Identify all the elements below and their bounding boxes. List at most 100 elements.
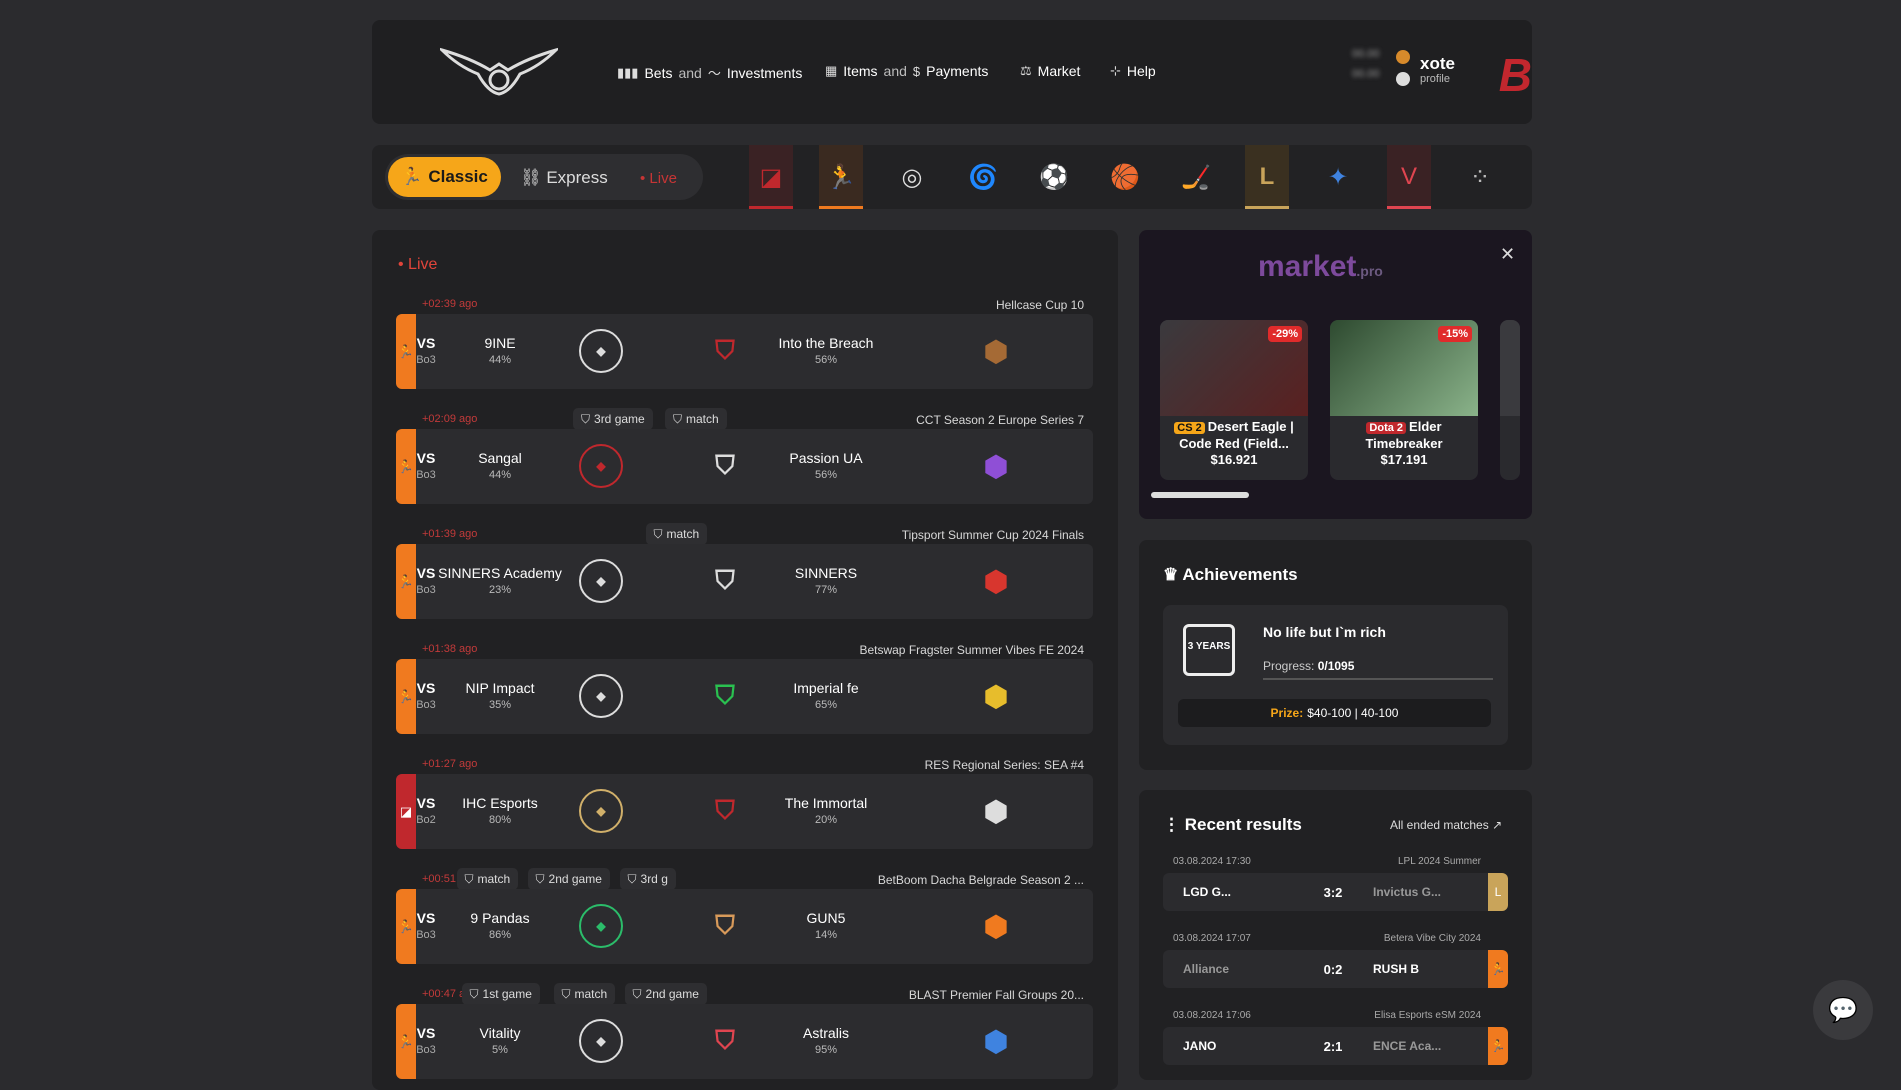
event-logo-icon: ⬢ bbox=[983, 565, 1009, 597]
balance-1: 00.00 bbox=[1352, 48, 1380, 60]
nav-payments[interactable]: Payments bbox=[926, 63, 988, 79]
game-chip[interactable]: ⛉ 1st game bbox=[461, 983, 540, 1005]
close-icon[interactable]: ✕ bbox=[1500, 244, 1515, 265]
market-scrollbar[interactable] bbox=[1151, 492, 1249, 498]
game-chip[interactable]: ⛉ 2nd game bbox=[527, 868, 610, 890]
result-row[interactable]: LGD G... 3:2 Invictus G... L bbox=[1163, 873, 1508, 911]
game-chip[interactable]: ⛉ match bbox=[553, 983, 616, 1005]
runner-icon: 🏃 bbox=[401, 167, 423, 186]
avatar[interactable]: B bbox=[1460, 48, 1532, 102]
match-card[interactable]: 🏃 Sangal 44% VS Bo3 Passion UA 56% ◆ ⛉ ⬢ bbox=[396, 429, 1093, 504]
nav-investments[interactable]: Investments bbox=[727, 65, 802, 81]
dota2-icon: ◪ bbox=[759, 163, 783, 191]
calendar-icon: 3 YEARS bbox=[1183, 624, 1235, 676]
all-ended-label: All ended matches bbox=[1390, 818, 1489, 832]
result-team1: LGD G... bbox=[1183, 885, 1231, 899]
tab-valorant-alt[interactable]: 🌀 bbox=[961, 145, 1005, 209]
tournament-name[interactable]: BLAST Premier Fall Groups 20... bbox=[744, 988, 1084, 1002]
vs-label: VS bbox=[416, 335, 436, 351]
nav-and: and bbox=[678, 64, 702, 81]
event-logo-icon: ⬢ bbox=[983, 680, 1009, 712]
result-team2: RUSH B bbox=[1373, 962, 1420, 976]
market-item-peek[interactable] bbox=[1500, 320, 1520, 480]
tab-hockey[interactable]: 🏒 bbox=[1174, 145, 1218, 209]
shield-icon: ⛉ bbox=[469, 986, 479, 1001]
item-image bbox=[1500, 320, 1520, 416]
chat-button[interactable]: 💬 bbox=[1813, 980, 1873, 1040]
result-team1: Alliance bbox=[1183, 962, 1230, 976]
nav-and: and bbox=[883, 63, 907, 79]
tab-basketball[interactable]: 🏀 bbox=[1103, 145, 1147, 209]
match-card[interactable]: 🏃 SINNERS Academy 23% VS Bo3 SINNERS 77% ◆ ⛉ ⬢ bbox=[396, 544, 1093, 619]
game-chip[interactable]: ⛉ match bbox=[645, 523, 708, 545]
game-chip[interactable]: ⛉ 3rd game bbox=[573, 408, 653, 430]
all-ended-matches-link[interactable]: All ended matches ↗ bbox=[1390, 818, 1502, 832]
vs-label: VS bbox=[416, 910, 436, 926]
team2-logo-icon: ⛉ bbox=[715, 680, 735, 710]
match-card[interactable]: ◪ IHC Esports 80% VS Bo2 The Immortal 20% ◆ ⛉ ⬢ bbox=[396, 774, 1093, 849]
tournament-name[interactable]: BetBoom Dacha Belgrade Season 2 ... bbox=[744, 873, 1084, 887]
result-tournament: LPL 2024 Summer bbox=[1397, 856, 1481, 867]
result-row[interactable]: JANO 2:1 ENCE Aca... 🏃 bbox=[1163, 1027, 1508, 1065]
team2-odds: 14% bbox=[814, 929, 838, 941]
game-chip[interactable]: ⛉ 3rd g bbox=[619, 868, 676, 890]
tab-dota2[interactable]: ◪ bbox=[749, 145, 793, 209]
result-score: 3:2 bbox=[1323, 885, 1343, 900]
tournament-name[interactable]: Tipsport Summer Cup 2024 Finals bbox=[744, 528, 1084, 542]
tournament-name[interactable]: Betswap Fragster Summer Vibes FE 2024 bbox=[744, 643, 1084, 657]
match-time: +02:39 ago bbox=[422, 298, 478, 310]
match-card[interactable]: 🏃 NIP Impact 35% VS Bo3 Imperial fe 65% ◆ ⛉ ⬢ bbox=[396, 659, 1093, 734]
profile-link[interactable]: profile bbox=[1420, 73, 1450, 85]
tab-starcraft[interactable]: ✦ bbox=[1316, 145, 1360, 209]
market-item[interactable]: -15% Dota 2 Elder Timebreaker $17.191 bbox=[1330, 320, 1478, 480]
match-time: +01:27 ago bbox=[422, 758, 478, 770]
market-logo[interactable]: market.pro bbox=[1258, 250, 1383, 284]
team2-logo-icon: ⛉ bbox=[715, 565, 735, 595]
nav-market[interactable]: Market bbox=[1038, 63, 1081, 79]
achievement-name: No life but I`m rich bbox=[1263, 624, 1386, 640]
help-nav: ⊹ Help bbox=[1110, 63, 1156, 79]
game-chip[interactable]: ⛉ match bbox=[456, 868, 519, 890]
best-of: Bo3 bbox=[416, 929, 436, 941]
express-mode-button[interactable]: ⛓ Express bbox=[520, 168, 608, 188]
tournament-name[interactable]: RES Regional Series: SEA #4 bbox=[744, 758, 1084, 772]
chip-label: match bbox=[666, 527, 700, 541]
nav-help[interactable]: Help bbox=[1127, 63, 1156, 79]
game-chip[interactable]: ⛉ match bbox=[665, 408, 727, 430]
market-item[interactable]: -29% CS 2 Desert Eagle | Code Red (Field.… bbox=[1160, 320, 1308, 480]
recent-title: ⋮ Recent results bbox=[1163, 815, 1302, 835]
tab-lol[interactable]: L bbox=[1245, 145, 1289, 209]
chip-label: 3rd g bbox=[640, 872, 668, 886]
tab-valorant[interactable]: V bbox=[1387, 145, 1431, 209]
event-logo-icon: ⬢ bbox=[983, 795, 1009, 827]
prize-box: Prize: $40-100 | 40-100 bbox=[1178, 699, 1491, 727]
match-card[interactable]: 🏃 9 Pandas 86% VS Bo3 GUN5 14% ◆ ⛉ ⬢ bbox=[396, 889, 1093, 964]
match-card[interactable]: 🏃 9INE 44% VS Bo3 Into the Breach 56% ◆ ⛉ ⬢ bbox=[396, 314, 1093, 389]
site-logo[interactable] bbox=[440, 44, 558, 100]
live-mode-button[interactable]: • Live bbox=[640, 170, 677, 187]
wave-icon: 〜 bbox=[707, 66, 721, 81]
team2-odds: 20% bbox=[814, 814, 838, 826]
match-card[interactable]: 🏃 Vitality 5% VS Bo3 Astralis 95% ◆ ⛉ ⬢ bbox=[396, 1004, 1093, 1079]
tab-overwatch[interactable]: ◎ bbox=[890, 145, 934, 209]
nav-bets[interactable]: Bets bbox=[644, 65, 672, 81]
tab-cs2[interactable]: 🏃 bbox=[819, 145, 863, 209]
chip-label: match bbox=[574, 987, 608, 1001]
game-chip[interactable]: ⛉ 2nd game bbox=[624, 983, 707, 1005]
tab-more[interactable]: ⁘ bbox=[1458, 145, 1502, 209]
nav-items[interactable]: Items bbox=[843, 63, 877, 79]
progress-value: 0/1095 bbox=[1317, 659, 1355, 673]
cs2-icon: 🏃 bbox=[396, 889, 416, 964]
team2-name: The Immortal bbox=[784, 795, 868, 811]
tournament-name[interactable]: CCT Season 2 Europe Series 7 bbox=[744, 413, 1084, 427]
team1-logo-icon: ◆ bbox=[579, 904, 623, 948]
username[interactable]: xote bbox=[1420, 54, 1455, 74]
chat-icon: 💬 bbox=[1828, 996, 1858, 1024]
shield-icon: ⛉ bbox=[464, 871, 474, 886]
classic-mode-button[interactable]: 🏃 Classic bbox=[388, 157, 501, 197]
team2-logo-icon: ⛉ bbox=[715, 335, 735, 365]
tournament-name[interactable]: Hellcase Cup 10 bbox=[744, 298, 1084, 312]
result-row[interactable]: Alliance 0:2 RUSH B 🏃 bbox=[1163, 950, 1508, 988]
shield-icon: ⛉ bbox=[581, 411, 591, 426]
tab-football[interactable]: ⚽ bbox=[1032, 145, 1076, 209]
